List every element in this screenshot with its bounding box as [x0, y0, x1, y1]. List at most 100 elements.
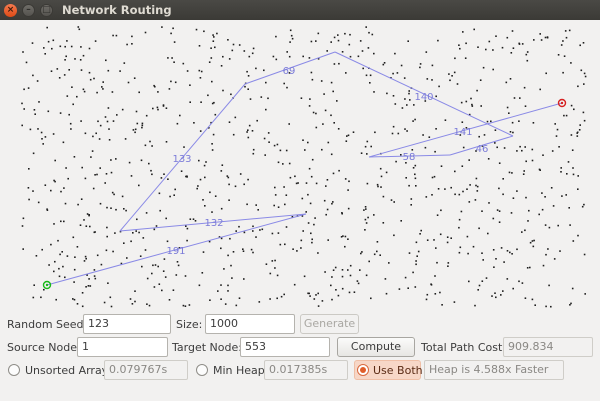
node-dot	[234, 185, 237, 188]
node-dot	[439, 291, 441, 294]
node-dot	[22, 51, 24, 53]
random-seed-input[interactable]: 123	[83, 314, 171, 334]
node-dot	[285, 194, 288, 196]
node-dot	[541, 208, 544, 211]
node-dot	[196, 187, 198, 190]
node-dot	[212, 40, 215, 42]
generate-button[interactable]: Generate	[300, 314, 359, 334]
node-dot	[321, 148, 323, 151]
node-dot	[104, 182, 106, 184]
node-dot	[500, 294, 502, 296]
node-dot	[288, 55, 291, 58]
graph-canvas[interactable]: 69 140 133 141 58 46 132 191	[0, 20, 600, 312]
node-dot	[210, 57, 213, 59]
node-dot	[107, 69, 110, 72]
node-dot	[172, 289, 175, 291]
node-dot	[583, 83, 585, 85]
node-dot	[58, 275, 61, 278]
node-dot	[368, 260, 370, 263]
node-dot	[133, 77, 136, 79]
node-dot	[116, 114, 118, 116]
node-dot	[348, 180, 350, 183]
node-dot	[71, 86, 73, 88]
node-dot	[220, 237, 223, 240]
use-both-radio[interactable]	[357, 364, 369, 376]
node-dot	[265, 263, 268, 265]
node-dot	[447, 262, 450, 264]
node-dot	[152, 264, 154, 267]
node-dot	[220, 170, 223, 172]
node-dot	[407, 40, 409, 42]
node-dot	[246, 70, 248, 73]
node-dot	[560, 171, 562, 173]
node-dot	[159, 209, 161, 212]
node-dot	[148, 162, 150, 165]
node-dot	[565, 194, 567, 196]
node-dot	[145, 212, 148, 214]
node-dot	[462, 190, 464, 193]
node-dot	[273, 144, 276, 147]
node-dot	[251, 130, 254, 132]
node-dot	[289, 41, 291, 43]
node-dot	[304, 149, 306, 151]
minimize-icon[interactable]: –	[22, 3, 35, 17]
min-heap-radio[interactable]	[196, 364, 208, 376]
node-dot	[199, 130, 202, 132]
node-dot	[200, 101, 202, 103]
node-dot	[416, 255, 418, 257]
node-dot	[496, 146, 498, 149]
node-dot	[454, 193, 456, 196]
close-icon[interactable]: ×	[4, 3, 17, 17]
target-node-input[interactable]: 553	[240, 337, 330, 357]
node-dot	[136, 218, 138, 221]
min-heap-label[interactable]: Min Heap	[213, 364, 265, 377]
size-input[interactable]: 1000	[205, 314, 295, 334]
node-dot	[157, 108, 159, 111]
node-dot	[99, 124, 102, 127]
node-dot	[447, 265, 449, 267]
node-dot	[558, 146, 560, 148]
node-dot	[271, 260, 274, 262]
node-dot	[300, 239, 303, 242]
use-both-label[interactable]: Use Both	[373, 364, 423, 377]
node-dot	[66, 95, 69, 97]
node-dot	[267, 132, 270, 134]
node-dot	[331, 298, 333, 301]
node-dot	[81, 292, 84, 294]
node-dot	[393, 234, 395, 237]
maximize-icon[interactable]: □	[40, 3, 53, 17]
node-dot	[324, 109, 327, 112]
node-dot	[492, 49, 494, 51]
node-dot	[63, 74, 66, 76]
node-dot	[243, 231, 246, 234]
node-dot	[522, 173, 525, 175]
node-dot	[333, 63, 336, 65]
node-dot	[367, 47, 370, 49]
unsorted-array-radio[interactable]	[8, 364, 20, 376]
node-dot	[468, 280, 470, 283]
node-dot	[524, 146, 526, 148]
node-dot	[571, 149, 574, 151]
node-dot	[126, 257, 128, 259]
node-dot	[502, 290, 504, 292]
node-dot	[487, 232, 489, 235]
node-dot	[247, 75, 250, 77]
unsorted-array-label[interactable]: Unsorted Array	[25, 364, 108, 377]
node-dot	[531, 148, 534, 151]
node-dot	[347, 134, 350, 137]
node-dot	[220, 298, 222, 300]
node-dot	[230, 93, 232, 96]
node-dot	[300, 97, 303, 99]
node-dot	[123, 62, 126, 64]
node-dot	[436, 214, 439, 216]
node-dot	[131, 303, 134, 305]
node-dot	[410, 204, 412, 206]
node-dot	[408, 252, 411, 254]
node-dot	[249, 98, 252, 100]
unsorted-array-time: 0.079767s	[104, 360, 188, 380]
compute-cost-button[interactable]: Compute Cost	[337, 337, 415, 371]
node-dot	[545, 305, 547, 308]
source-node-input[interactable]: 1	[77, 337, 168, 357]
node-dot	[528, 209, 530, 212]
node-dot	[436, 261, 438, 264]
